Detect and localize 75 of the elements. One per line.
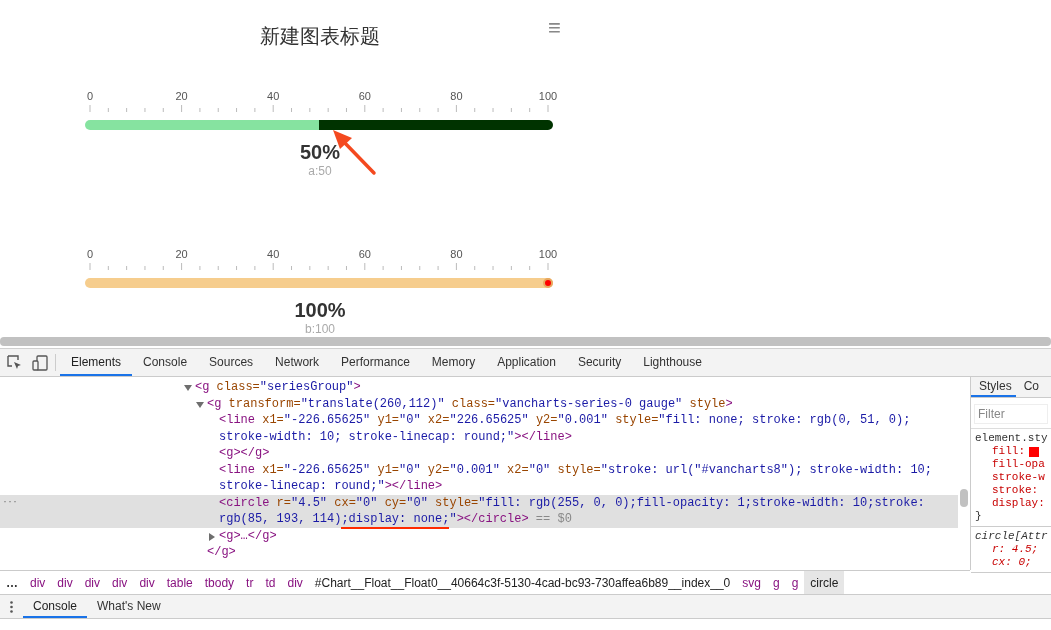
gauge-label: a:50 (308, 164, 332, 179)
devtools-tab[interactable]: Lighthouse (632, 349, 713, 376)
css-selector: circle[Attr (975, 530, 1049, 543)
tick-label: 80 (450, 248, 463, 260)
breadcrumb-item[interactable]: g (785, 571, 805, 594)
chart-title: 新建图表标题 (260, 24, 380, 49)
breadcrumb-item[interactable]: tr (240, 571, 260, 594)
css-property: stroke: (992, 484, 1039, 497)
dom-node-line[interactable]: <circle r="4.5" cx="0" cy="0" style="fill: rgb(255, 0, 0);fill-opacity: 1;stroke-width: 10;stroke: rgb(85, 193, 114);display: none;"></circle> == $0 (218, 494, 958, 528)
breadcrumb-item[interactable]: div (24, 571, 52, 594)
devtools-tab[interactable]: Sources (198, 349, 265, 376)
dom-node-line[interactable]: <g transform="translate(260,112)" class="vancharts-series-0 gauge" style> (206, 395, 946, 412)
breadcrumb-item[interactable]: svg (736, 571, 767, 594)
gauge-label: b:100 (305, 322, 335, 337)
breadcrumb-item[interactable]: table (160, 571, 199, 594)
breadcrumb-item[interactable]: g (766, 571, 786, 594)
devtools-tab[interactable]: Console (132, 349, 199, 376)
css-property: r: 4.5; (992, 543, 1039, 556)
device-toolbar-icon[interactable] (32, 354, 48, 371)
breadcrumb-item[interactable]: #Chart__Float__Float0__40664c3f-5130-4cad-bc93-730affea6b89__index__0 (308, 571, 737, 594)
breadcrumb-more[interactable]: … (0, 573, 24, 592)
tick-label: 40 (267, 90, 280, 102)
css-property: fill-opa (992, 458, 1045, 471)
devtools-tab[interactable]: Network (264, 349, 331, 376)
css-brace: } (975, 510, 983, 523)
tick-label: 20 (175, 90, 188, 102)
css-property: cx: 0; (992, 556, 1032, 569)
dom-node-line[interactable]: <line x1="-226.65625" y1="0" x2="226.65625" y2="0.001" style="fill: none; stroke: rgb(0, 51, 0); stroke-width: 10; stroke-linecap: round;"></line> (218, 412, 958, 445)
tick-label: 80 (450, 90, 463, 102)
dom-node-line[interactable]: <g>…</g> (218, 527, 958, 544)
breadcrumb-item[interactable]: tbody (198, 571, 241, 594)
breadcrumb-item[interactable]: div (51, 571, 79, 594)
vertical-scrollbar[interactable] (960, 489, 968, 507)
tick-label: 20 (175, 248, 188, 260)
css-property: fill: (992, 445, 1025, 458)
css-property: display: (992, 497, 1045, 510)
filter-field[interactable]: Filter (974, 404, 1048, 424)
dom-node-line[interactable]: <line x1="-226.65625" y1="0" y2="0.001" x2="0" style="stroke: url("#vancharts8"); stroke-width: 10; stroke-linecap: round;"></line> (218, 461, 958, 495)
tick-label: 100 (538, 90, 558, 102)
tick-label: 0 (86, 248, 94, 260)
tick-label: 60 (358, 248, 371, 260)
expanded-arrow-icon[interactable] (184, 384, 192, 392)
breadcrumb-item[interactable]: td (259, 571, 282, 594)
row-more-icon[interactable]: ··· (3, 491, 18, 510)
inspect-element-icon[interactable] (7, 355, 22, 370)
dom-node-line[interactable]: <g></g> (218, 445, 958, 462)
breadcrumb-item[interactable]: div (281, 571, 309, 594)
tick-label: 60 (358, 90, 371, 102)
tick-label: 0 (86, 90, 94, 102)
gauge-value: 100% (294, 298, 346, 322)
breadcrumb-item[interactable]: div (78, 571, 107, 594)
expanded-arrow-icon[interactable] (196, 400, 204, 409)
horizontal-scrollbar[interactable] (0, 336, 1051, 346)
dom-node-line[interactable]: </g> (206, 544, 236, 561)
css-property: stroke-w (992, 471, 1045, 484)
css-selector: element.sty (975, 432, 1049, 445)
tick-label: 100 (538, 248, 558, 260)
devtools-tab[interactable]: Elements (60, 349, 133, 376)
devtools-tab[interactable]: Application (486, 349, 567, 376)
devtools-tab[interactable]: Memory (420, 349, 487, 376)
gauge-value: 50% (300, 140, 340, 164)
dom-node-line[interactable]: <g class="seriesGroup"> (194, 379, 934, 396)
menu-icon[interactable]: ≡ (548, 14, 561, 42)
devtools-tab[interactable]: Performance (330, 349, 421, 376)
breadcrumb-item[interactable]: circle (804, 571, 845, 594)
breadcrumb-item[interactable]: div (133, 571, 161, 594)
tick-label: 40 (267, 248, 280, 260)
styles-tab[interactable]: Styles (971, 377, 1016, 397)
devtools-tab[interactable]: Security (566, 349, 633, 376)
breadcrumb-item[interactable]: div (106, 571, 134, 594)
collapsed-arrow-icon[interactable] (208, 532, 216, 541)
styles-tab[interactable]: Co (1015, 377, 1044, 397)
drawer-tab[interactable]: What's New (87, 595, 171, 618)
color-swatch[interactable] (1029, 446, 1039, 457)
more-options-icon[interactable] (10, 600, 13, 613)
